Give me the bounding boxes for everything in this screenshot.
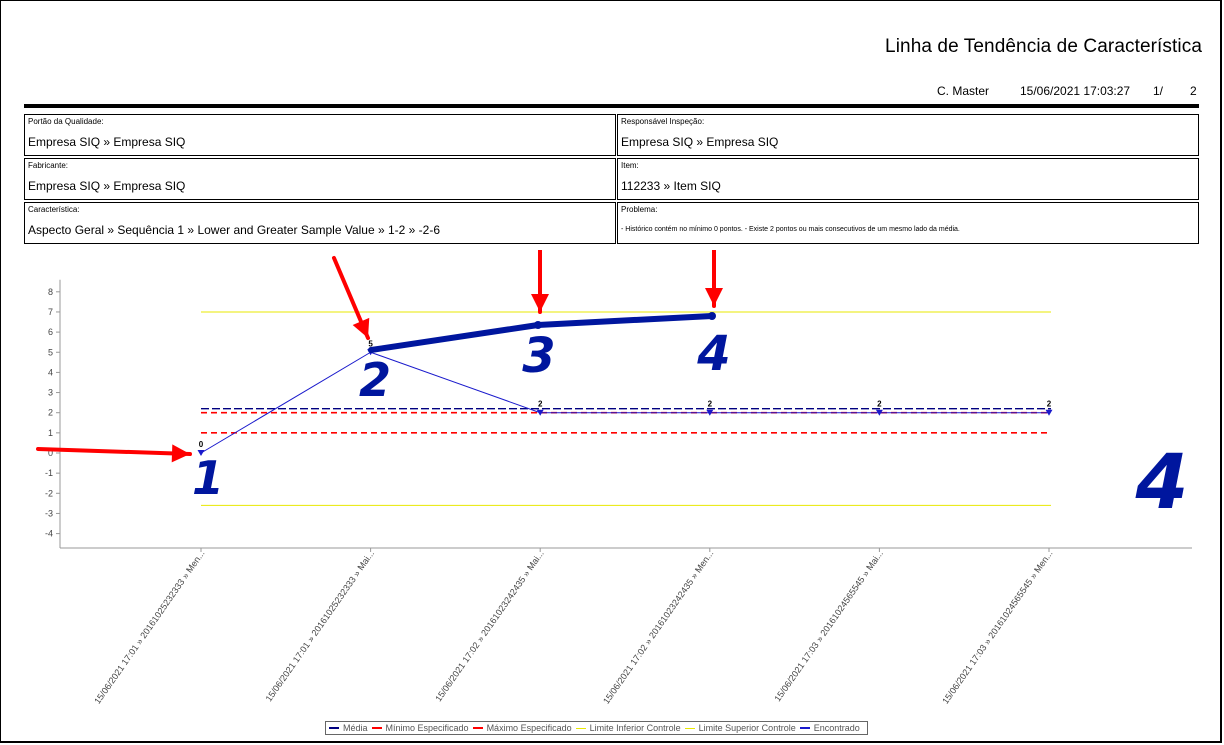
y-tick-label: 5 — [48, 347, 53, 357]
field-caracteristica: Característica: Aspecto Geral » Sequênci… — [24, 202, 616, 244]
y-tick-label: 1 — [48, 428, 53, 438]
y-tick-label: 4 — [48, 367, 53, 377]
x-tick-label: 15/06/2021 17:02 » 20161023242435 » Mai.… — [433, 548, 546, 703]
x-tick-label: 15/06/2021 17:01 » 20161025232333 » Men.… — [92, 548, 206, 705]
field-portao-label: Portão da Qualidade: — [28, 117, 104, 126]
y-tick-label: -4 — [45, 529, 53, 539]
x-tick-label: 15/06/2021 17:03 » 20161024565545 » Mai.… — [772, 548, 885, 703]
y-tick-label: 8 — [48, 287, 53, 297]
report-total-pages: 2 — [1190, 84, 1197, 98]
field-fabricante: Fabricante: Empresa SIQ » Empresa SIQ — [24, 158, 616, 200]
annotation-digit: 4 — [1135, 437, 1189, 526]
field-fabricante-value: Empresa SIQ » Empresa SIQ — [28, 179, 186, 193]
field-responsavel: Responsável Inspeção: Empresa SIQ » Empr… — [617, 114, 1199, 156]
annotation-arrow-4-head — [705, 288, 723, 306]
y-tick-label: 2 — [48, 408, 53, 418]
data-label: 2 — [877, 400, 882, 409]
field-problema-value: - Histórico contém no mínimo 0 pontos. -… — [621, 226, 960, 233]
legend-item: Encontrado — [799, 723, 860, 733]
report-title: Linha de Tendência de Característica — [885, 36, 1202, 57]
annotation-arrow-1 — [36, 447, 192, 456]
legend-swatch — [575, 727, 586, 729]
data-label: 2 — [708, 400, 713, 409]
y-tick-label: 6 — [48, 327, 53, 337]
legend-item: Média — [329, 723, 368, 733]
annotation-arrow-3-head — [531, 294, 549, 312]
report-page: 1/ — [1153, 84, 1164, 98]
data-label: 2 — [538, 400, 543, 409]
header-rule — [24, 104, 1199, 108]
field-caracteristica-label: Característica: — [28, 205, 80, 214]
series-encontrado-line — [200, 351, 1049, 454]
annotation-digit: 1 — [192, 451, 224, 505]
field-responsavel-label: Responsável Inspeção: — [621, 117, 705, 126]
legend-item: Mínimo Especificado — [371, 723, 469, 733]
field-caracteristica-value: Aspecto Geral » Sequência 1 » Lower and … — [28, 223, 441, 237]
legend-label: Máximo Especificado — [486, 723, 572, 733]
y-tick-label: 7 — [48, 307, 53, 317]
chart-legend: Média Mínimo Especificado Máximo Especific… — [325, 721, 868, 735]
field-portao-value: Empresa SIQ » Empresa SIQ — [28, 135, 186, 149]
x-tick-label: 15/06/2021 17:03 » 20161024565545 » Men.… — [940, 548, 1054, 705]
report-datetime: 15/06/2021 17:03:27 — [1020, 84, 1131, 98]
annotation-digit: 4 — [696, 326, 730, 382]
field-item-value: 112233 » Item SIQ — [621, 179, 721, 193]
legend-swatch — [684, 727, 695, 729]
data-label: 0 — [199, 440, 204, 449]
legend-label: Média — [343, 723, 368, 733]
annotation-digit: 3 — [522, 328, 555, 384]
y-tick-label: -3 — [45, 508, 53, 518]
y-tick-label: -1 — [45, 468, 53, 478]
field-portao: Portão da Qualidade: Empresa SIQ » Empre… — [24, 114, 616, 156]
legend-swatch — [329, 727, 339, 729]
legend-item: Máximo Especificado — [472, 723, 572, 733]
x-tick-label: 15/06/2021 17:01 » 20161025232333 » Mai.… — [264, 548, 377, 703]
annotation-dot-4 — [708, 312, 716, 320]
legend-swatch — [799, 727, 810, 729]
field-item-label: Item: — [621, 161, 639, 170]
legend-label: Mínimo Especificado — [385, 723, 469, 733]
legend-swatch — [472, 727, 483, 729]
x-tick-label: 15/06/2021 17:02 » 20161023242435 » Men.… — [601, 548, 715, 705]
legend-label: Encontrado — [813, 723, 860, 733]
legend-item: Limite Inferior Controle — [575, 723, 681, 733]
y-tick-label: -2 — [45, 488, 53, 498]
report-user: C. Master — [937, 84, 990, 98]
y-tick-label: 3 — [48, 388, 53, 398]
data-label: 2 — [1047, 400, 1052, 409]
annotation-digit: 2 — [359, 353, 391, 407]
field-item: Item: 112233 » Item SIQ — [617, 158, 1199, 200]
legend-swatch — [371, 727, 382, 729]
field-problema-label: Problema: — [621, 205, 658, 214]
legend-item: Limite Superior Controle — [684, 723, 796, 733]
legend-label: Limite Inferior Controle — [589, 723, 681, 733]
field-fabricante-label: Fabricante: — [28, 161, 69, 170]
trend-chart: 876543210-1-2-3-4052 2 2 215/06/2021 17:01 … — [36, 250, 1192, 706]
field-responsavel-value: Empresa SIQ » Empresa SIQ — [621, 135, 779, 149]
annotation-arrow-1-head — [171, 444, 190, 463]
legend-label: Limite Superior Controle — [698, 723, 796, 733]
field-problema: Problema: - Histórico contém no mínimo 0… — [617, 202, 1199, 244]
